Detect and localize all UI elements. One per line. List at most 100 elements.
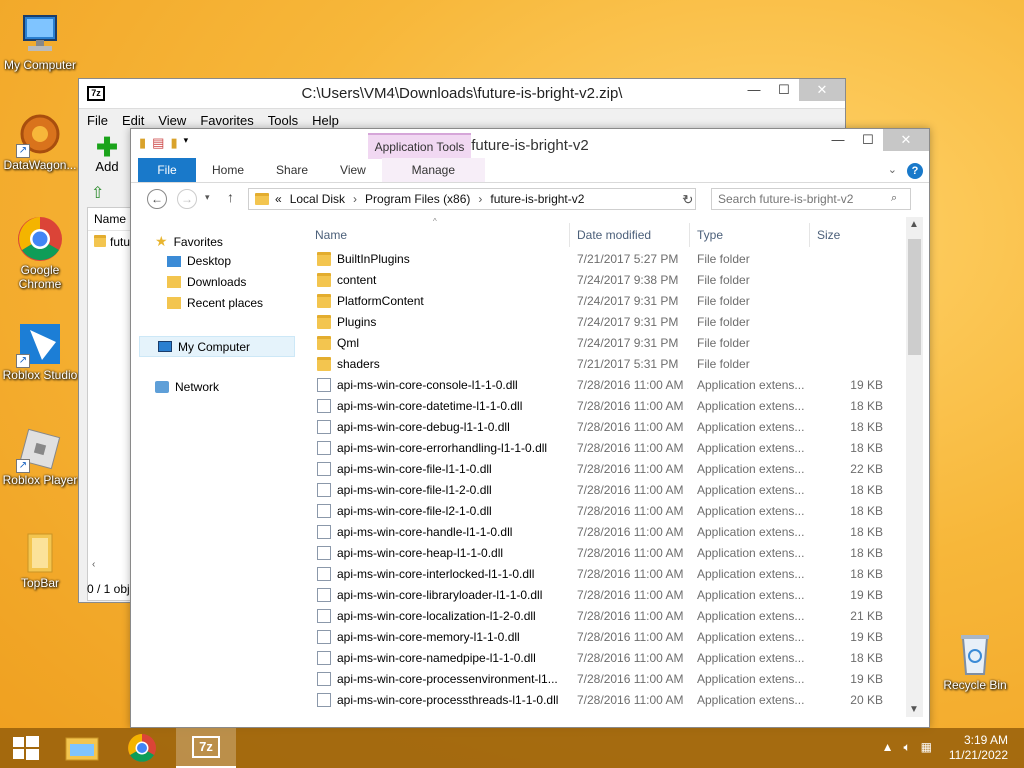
tab-file[interactable]: File	[138, 158, 196, 182]
breadcrumb-separator-icon[interactable]: ›	[353, 192, 357, 206]
table-row[interactable]: api-ms-win-core-processenvironment-l1...…	[307, 669, 907, 690]
table-row[interactable]: api-ms-win-core-memory-l1-1-0.dll 7/28/20…	[307, 627, 907, 648]
recent-locations-icon[interactable]: ▾	[205, 192, 210, 203]
table-row[interactable]: api-ms-win-core-heap-l1-1-0.dll 7/28/2016…	[307, 543, 907, 564]
file-name: api-ms-win-core-file-l1-2-0.dll	[337, 483, 492, 497]
forward-button[interactable]: →	[177, 189, 197, 209]
sevenzip-titlebar[interactable]: 7z C:\Users\VM4\Downloads\future-is-brig…	[79, 79, 845, 109]
refresh-icon[interactable]: ↻	[675, 189, 701, 211]
column-header-name[interactable]: Name	[315, 228, 347, 242]
show-hidden-icons-icon[interactable]: ▲	[882, 740, 894, 755]
file-date: 7/28/2016 11:00 AM	[577, 483, 684, 497]
expand-ribbon-icon[interactable]: ⌄	[888, 163, 897, 179]
taskbar-file-explorer[interactable]	[56, 728, 108, 768]
file-date: 7/28/2016 11:00 AM	[577, 546, 684, 560]
desktop-icon-roblox-player[interactable]: ↗ Roblox Player	[0, 425, 80, 487]
help-icon[interactable]: ?	[907, 163, 923, 179]
menu-help[interactable]: Help	[312, 113, 339, 128]
table-row[interactable]: api-ms-win-core-libraryloader-l1-1-0.dll…	[307, 585, 907, 606]
table-row[interactable]: api-ms-win-core-file-l2-1-0.dll 7/28/2016…	[307, 501, 907, 522]
table-row[interactable]: api-ms-win-core-file-l1-2-0.dll 7/28/2016…	[307, 480, 907, 501]
tab-share[interactable]: Share	[260, 158, 324, 182]
up-folder-icon[interactable]: ⇧	[91, 183, 104, 203]
menu-edit[interactable]: Edit	[122, 113, 144, 128]
vertical-scrollbar[interactable]: ▲ ▼	[906, 217, 923, 717]
nav-network-label: Network	[175, 380, 220, 394]
column-header-date[interactable]: Date modified	[577, 228, 651, 242]
nav-favorites[interactable]: ★ Favorites	[155, 233, 223, 250]
file-date: 7/28/2016 11:00 AM	[577, 441, 684, 455]
nav-desktop[interactable]: Desktop	[167, 254, 231, 268]
table-row[interactable]: api-ms-win-core-datetime-l1-1-0.dll 7/28/…	[307, 396, 907, 417]
maximize-button[interactable]: ☐	[769, 79, 799, 101]
close-button[interactable]: ✕	[883, 129, 929, 151]
scroll-up-icon[interactable]: ▲	[909, 219, 919, 230]
table-row[interactable]: BuiltInPlugins 7/21/2017 5:27 PM File fold…	[307, 249, 907, 270]
search-icon[interactable]: ⌕	[891, 192, 897, 205]
desktop-icon-roblox-studio[interactable]: ↗ Roblox Studio	[0, 320, 80, 382]
tab-home[interactable]: Home	[196, 158, 260, 182]
nav-network[interactable]: Network	[155, 380, 219, 394]
network-status-icon[interactable]: ▦	[921, 740, 932, 755]
desktop-icon-recycle-bin[interactable]: Recycle Bin	[935, 630, 1015, 692]
add-button[interactable]: ✚ Add	[87, 134, 127, 174]
scrollbar-thumb[interactable]	[908, 239, 921, 355]
menu-favorites[interactable]: Favorites	[200, 113, 253, 128]
close-button[interactable]: ✕	[799, 79, 845, 101]
table-row[interactable]: api-ms-win-core-console-l1-1-0.dll 7/28/2…	[307, 375, 907, 396]
breadcrumb-separator-icon[interactable]: ›	[478, 192, 482, 206]
menu-file[interactable]: File	[87, 113, 108, 128]
table-row[interactable]: api-ms-win-core-localization-l1-2-0.dll 7…	[307, 606, 907, 627]
table-row[interactable]: shaders 7/21/2017 5:31 PM File folder	[307, 354, 907, 375]
menu-tools[interactable]: Tools	[268, 113, 298, 128]
scroll-down-icon[interactable]: ▼	[909, 704, 919, 715]
nav-downloads[interactable]: Downloads	[167, 275, 246, 289]
breadcrumb-overflow[interactable]: «	[275, 192, 282, 206]
volume-icon[interactable]: 🔈︎	[903, 740, 910, 755]
table-row[interactable]: api-ms-win-core-namedpipe-l1-1-0.dll 7/28…	[307, 648, 907, 669]
minimize-button[interactable]: —	[739, 79, 769, 101]
table-row[interactable]: api-ms-win-core-interlocked-l1-1-0.dll 7/…	[307, 564, 907, 585]
table-row[interactable]: api-ms-win-core-errorhandling-l1-1-0.dll…	[307, 438, 907, 459]
clock[interactable]: 3:19 AM 11/21/2022	[949, 733, 1008, 763]
desktop-icon-google-chrome[interactable]: Google Chrome	[0, 215, 80, 291]
breadcrumb-current[interactable]: future-is-bright-v2	[490, 192, 584, 206]
file-size: 18 KB	[850, 399, 883, 413]
folder-icon	[317, 357, 331, 371]
start-button[interactable]	[0, 728, 52, 768]
table-row[interactable]: Plugins 7/24/2017 9:31 PM File folder	[307, 312, 907, 333]
explorer-titlebar[interactable]: ▮ ▤ ▮ ▾ Application Tools future-is-brig…	[131, 129, 929, 159]
desktop-icon-label: Roblox Studio	[2, 368, 78, 382]
search-input[interactable]	[711, 188, 911, 210]
downloads-icon	[167, 276, 181, 288]
table-row[interactable]: api-ms-win-core-file-l1-1-0.dll 7/28/2016…	[307, 459, 907, 480]
column-header-size[interactable]: Size	[817, 228, 840, 242]
tab-view[interactable]: View	[324, 158, 382, 182]
explorer-window[interactable]: ▮ ▤ ▮ ▾ Application Tools future-is-brig…	[130, 128, 930, 728]
back-button[interactable]: ←	[147, 189, 167, 209]
breadcrumb-local-disk[interactable]: Local Disk	[290, 192, 345, 206]
address-bar[interactable]: « Local Disk › Program Files (x86) › fut…	[248, 188, 696, 210]
file-type: File folder	[697, 252, 750, 266]
up-arrow-icon[interactable]: ↑	[227, 189, 234, 205]
nav-my-computer[interactable]: My Computer	[139, 336, 295, 357]
tab-manage[interactable]: Manage	[381, 158, 485, 182]
taskbar-7zip[interactable]: 7z	[176, 728, 236, 768]
scroll-left-icon[interactable]: ‹	[92, 559, 95, 570]
desktop-icon-topbar[interactable]: TopBar	[0, 528, 80, 590]
menu-view[interactable]: View	[158, 113, 186, 128]
column-header-type[interactable]: Type	[697, 228, 723, 242]
table-row[interactable]: api-ms-win-core-debug-l1-1-0.dll 7/28/201…	[307, 417, 907, 438]
table-row[interactable]: api-ms-win-core-processthreads-l1-1-0.dl…	[307, 690, 907, 711]
minimize-button[interactable]: —	[823, 129, 853, 151]
table-row[interactable]: content 7/24/2017 9:38 PM File folder	[307, 270, 907, 291]
breadcrumb-program-files[interactable]: Program Files (x86)	[365, 192, 470, 206]
table-row[interactable]: PlatformContent 7/24/2017 9:31 PM File fol…	[307, 291, 907, 312]
nav-recent-places[interactable]: Recent places	[167, 296, 263, 310]
table-row[interactable]: Qml 7/24/2017 9:31 PM File folder	[307, 333, 907, 354]
desktop-icon-my-computer[interactable]: My Computer	[0, 10, 80, 72]
table-row[interactable]: api-ms-win-core-handle-l1-1-0.dll 7/28/20…	[307, 522, 907, 543]
desktop-icon-datawagon[interactable]: ↗ DataWagon...	[0, 110, 80, 172]
taskbar-chrome[interactable]	[116, 728, 168, 768]
maximize-button[interactable]: ☐	[853, 129, 883, 151]
